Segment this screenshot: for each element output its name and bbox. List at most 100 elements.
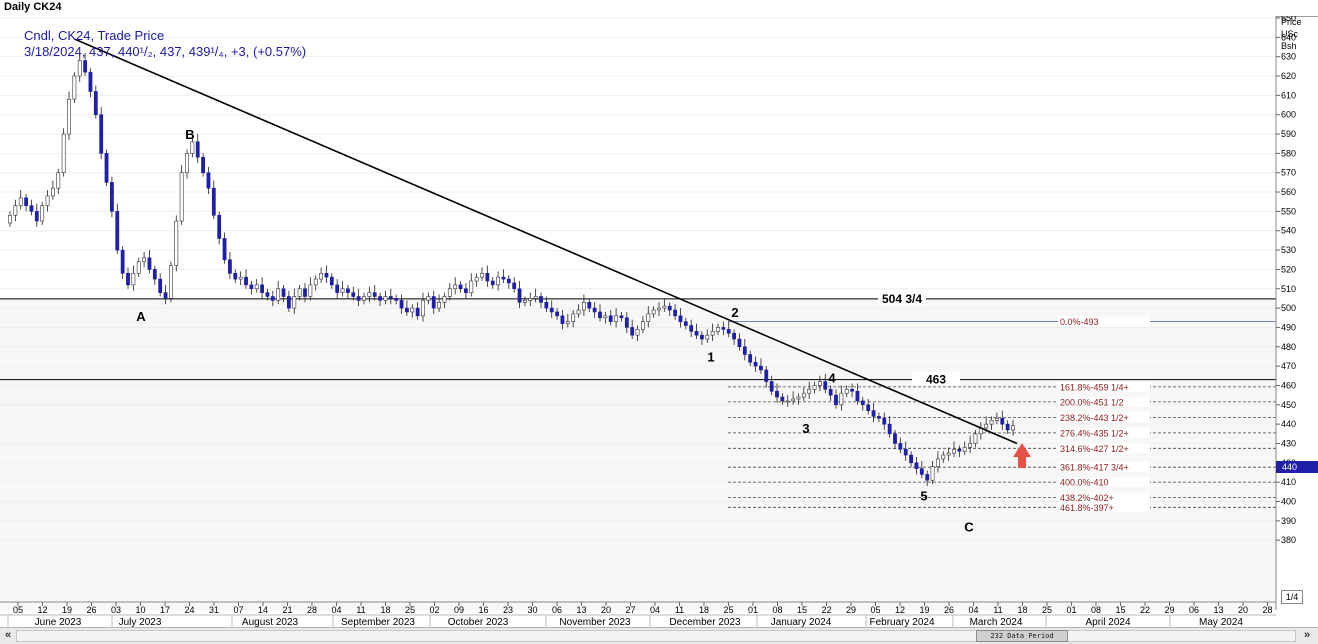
wave-label-2: 2	[731, 305, 738, 320]
month-label: April 2024	[1085, 617, 1130, 627]
price-chart[interactable]: 0.0%-493161.8%-459 1/4+200.0%-451 1/2238…	[0, 16, 1318, 627]
date-tick-label: 24	[184, 605, 194, 615]
candle-down	[592, 307, 597, 313]
candle-down	[726, 329, 731, 334]
candle-down	[866, 404, 871, 411]
wave-label-3: 3	[802, 421, 809, 436]
axis-header-unit: USc	[1281, 29, 1299, 39]
price-tick-label: 530	[1281, 245, 1296, 255]
candle-down	[120, 249, 125, 274]
candle-down	[877, 416, 881, 419]
candle-up	[174, 220, 179, 266]
candle-down	[742, 346, 747, 355]
candle-down	[700, 334, 704, 340]
candle-down	[624, 317, 629, 328]
candle-down	[217, 214, 222, 239]
candle-up	[646, 313, 651, 322]
candle-up	[968, 443, 972, 448]
candle-down	[163, 292, 168, 299]
candle-down	[1000, 418, 1005, 425]
candle-down	[753, 361, 758, 367]
horizontal-level-label: 463	[926, 373, 946, 387]
candle-down	[415, 307, 420, 317]
candle-down	[667, 305, 672, 311]
candle-up	[238, 276, 243, 280]
candle-down	[619, 315, 624, 319]
date-tick-label: 15	[797, 605, 807, 615]
candle-down	[388, 296, 393, 299]
candle-up	[818, 381, 822, 386]
fib-level-label: 361.8%-417 3/4+	[1060, 463, 1129, 473]
candle-up	[571, 313, 576, 322]
candle-down	[893, 433, 897, 444]
date-tick-label: 05	[870, 605, 880, 615]
candle-down	[260, 284, 264, 293]
date-tick-label: 22	[1140, 605, 1150, 615]
candle-down	[539, 296, 543, 303]
candle-down	[925, 474, 930, 481]
candle-up	[453, 284, 458, 290]
month-label: May 2024	[1199, 617, 1243, 627]
scroll-right-button[interactable]: »	[1300, 628, 1314, 642]
date-tick-label: 12	[895, 605, 905, 615]
candle-up	[662, 305, 667, 309]
candle-up	[40, 205, 45, 222]
price-tick-label: 590	[1281, 129, 1296, 139]
month-label: July 2023	[119, 617, 162, 627]
fib-level-label: 0.0%-493	[1060, 317, 1099, 327]
candle-up	[651, 309, 656, 315]
axis-header-price: Price	[1281, 17, 1302, 27]
date-tick-label: 06	[1189, 605, 1199, 615]
candle-down	[206, 172, 211, 189]
scroll-thumb[interactable]: 232 Data Period	[976, 630, 1068, 642]
date-tick-label: 18	[1017, 605, 1027, 615]
price-tick-label: 500	[1281, 303, 1296, 313]
chart-window: Daily CK24 0.0%-493 161.8%-459 1/4+ 200.0%…	[0, 0, 1318, 644]
date-tick-label: 03	[111, 605, 121, 615]
scroll-left-button[interactable]: «	[1, 628, 15, 642]
candle-down	[855, 390, 860, 402]
candle-up	[169, 265, 173, 299]
price-tick-label: 440	[1281, 419, 1296, 429]
date-tick-label: 28	[1262, 605, 1272, 615]
candle-down	[759, 365, 763, 371]
fraction-toggle-button[interactable]: 1/4	[1281, 590, 1303, 604]
candle-down	[249, 284, 254, 290]
candle-up	[716, 327, 720, 332]
price-tick-label: 460	[1281, 380, 1296, 390]
date-tick-label: 25	[723, 605, 733, 615]
candle-down	[828, 389, 833, 396]
candle-down	[464, 288, 468, 293]
candle-down	[399, 300, 404, 309]
candle-up	[292, 296, 297, 309]
candle-up	[45, 195, 50, 206]
candle-down	[115, 211, 120, 251]
candle-up	[533, 296, 538, 299]
candle-down	[490, 280, 495, 286]
candle-up	[421, 300, 425, 317]
candle-down	[850, 389, 854, 392]
candle-down	[769, 381, 774, 392]
candle-up	[297, 288, 302, 297]
candle-down	[512, 282, 517, 290]
candle-down	[29, 205, 34, 212]
candle-up	[576, 309, 581, 315]
candle-down	[104, 153, 109, 183]
candle-down	[683, 321, 688, 326]
candle-down	[195, 141, 200, 158]
candle-down	[265, 292, 270, 297]
candle-down	[860, 400, 865, 406]
date-tick-label: 04	[331, 605, 341, 615]
price-axis: 3803904004104204304404504604704804905005…	[1275, 16, 1296, 610]
month-label: September 2023	[341, 617, 415, 627]
candle-up	[839, 392, 844, 406]
candle-up	[962, 447, 967, 452]
candle-up	[18, 197, 23, 206]
candle-up	[308, 284, 313, 297]
candle-up	[474, 276, 479, 282]
candle-down	[737, 338, 742, 348]
month-label: March 2024	[970, 617, 1023, 627]
candle-down	[485, 272, 490, 282]
scroll-track[interactable]	[16, 630, 1296, 642]
candle-down	[93, 91, 98, 115]
